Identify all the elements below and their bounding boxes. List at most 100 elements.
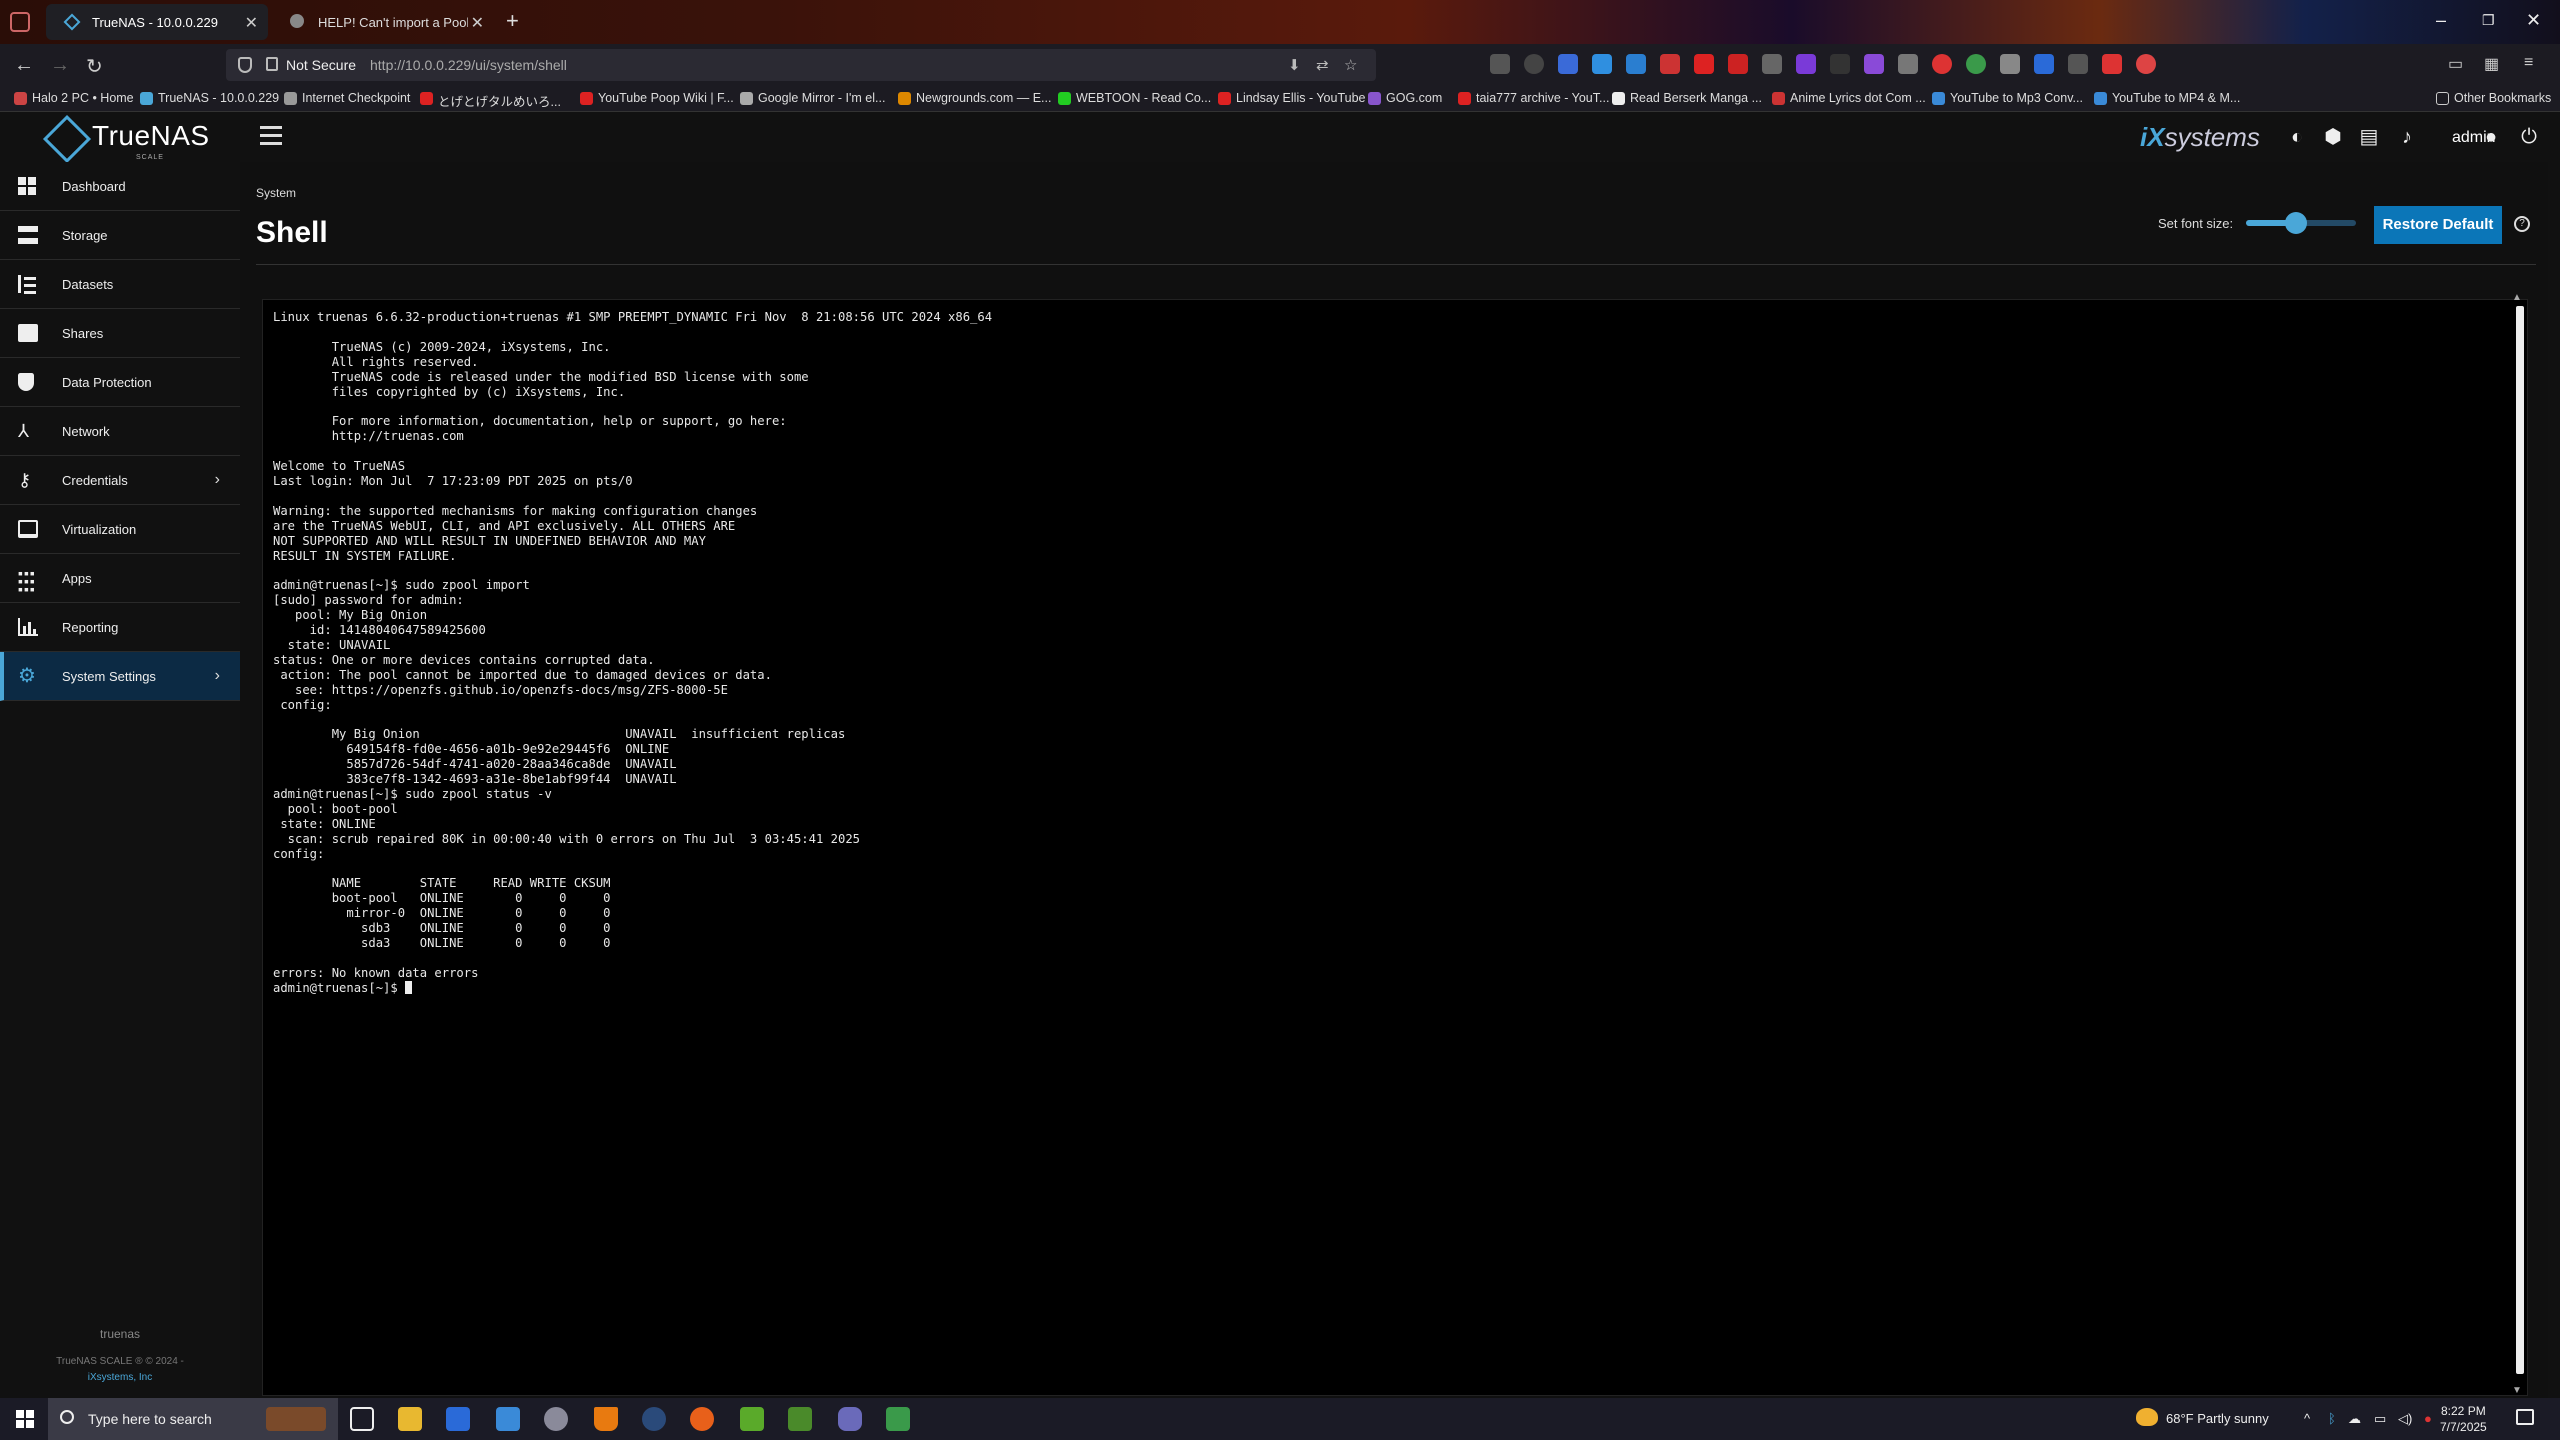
page-scrollbar[interactable] — [2548, 162, 2560, 1398]
slider-thumb[interactable] — [2284, 212, 2307, 234]
weather-widget[interactable]: 68°F Partly sunny — [2136, 1408, 2269, 1426]
app-icon[interactable] — [544, 1407, 568, 1431]
shield-icon[interactable] — [238, 57, 252, 73]
sidebar-item-dashboard[interactable]: Dashboard — [0, 162, 240, 211]
extension-icon[interactable] — [2102, 54, 2122, 74]
extensions-icon[interactable]: ▦ — [2484, 54, 2499, 74]
bluetooth-icon[interactable]: ᛒ — [2328, 1411, 2336, 1426]
help-icon[interactable]: ? — [2514, 216, 2530, 232]
ixsystems-logo[interactable]: iXsystems — [2140, 122, 2260, 153]
search-highlight-icon[interactable] — [266, 1407, 326, 1431]
url-text[interactable]: http://10.0.0.229/ui/system/shell — [370, 57, 567, 73]
bookmark-item[interactable]: Halo 2 PC • Home — [14, 91, 134, 105]
bookmark-item[interactable]: Newgrounds.com — E... — [898, 91, 1051, 105]
sidebar-item-virtualization[interactable]: Virtualization — [0, 505, 240, 554]
bookmark-item[interactable]: Google Mirror - I'm el... — [740, 91, 885, 105]
extension-icon[interactable] — [1762, 54, 1782, 74]
nvidia-app-icon[interactable] — [788, 1407, 812, 1431]
restore-window-icon[interactable]: ❐ — [2482, 12, 2495, 29]
volume-icon[interactable]: ◁) — [2398, 1411, 2412, 1427]
extension-icon[interactable] — [1728, 54, 1748, 74]
chevron-up-icon[interactable]: ^ — [2304, 1411, 2310, 1426]
url-bar[interactable]: Not Secure http://10.0.0.229/ui/system/s… — [226, 49, 1376, 81]
extension-icon[interactable] — [2136, 54, 2156, 74]
reload-icon[interactable]: ↻ — [86, 54, 103, 79]
extension-icon[interactable] — [1898, 54, 1918, 74]
file-explorer-icon[interactable] — [398, 1407, 422, 1431]
ixsystems-link[interactable]: iXsystems, Inc — [88, 1372, 152, 1383]
steam-icon[interactable] — [642, 1407, 666, 1431]
star-icon[interactable]: ☆ — [1344, 56, 1357, 74]
translate-icon[interactable]: ⇄ — [1316, 56, 1329, 74]
menu-toggle-icon[interactable] — [260, 126, 282, 146]
app-tray-icon[interactable]: ● — [2424, 1411, 2432, 1426]
jobs-icon[interactable]: ▤ — [2358, 126, 2380, 148]
bookmark-item[interactable]: Anime Lyrics dot Com ... — [1772, 91, 1926, 105]
clock[interactable]: 8:22 PM 7/7/2025 — [2440, 1403, 2487, 1435]
extension-icon[interactable] — [1830, 54, 1850, 74]
not-secure-label[interactable]: Not Secure — [286, 57, 356, 73]
extension-icon[interactable] — [2034, 54, 2054, 74]
vlc-icon[interactable] — [594, 1407, 618, 1431]
extension-icon[interactable] — [2068, 54, 2088, 74]
extension-icon[interactable] — [1558, 54, 1578, 74]
bookmark-item[interactable]: Lindsay Ellis - YouTube — [1218, 91, 1365, 105]
onedrive-icon[interactable]: ☁ — [2348, 1411, 2361, 1427]
sidebar-item-apps[interactable]: ▪▪▪ ▪▪▪ ▪▪▪ Apps — [0, 554, 240, 603]
tab-help-post[interactable]: HELP! Can't import a Pool, wha ✕ — [272, 4, 494, 40]
extension-icon[interactable] — [1490, 54, 1510, 74]
app-menu-icon[interactable]: ≡ — [2524, 54, 2533, 72]
extension-icon[interactable] — [1524, 54, 1544, 74]
extension-icon[interactable] — [1694, 54, 1714, 74]
extension-icon[interactable] — [1626, 54, 1646, 74]
back-icon[interactable]: ← — [14, 54, 34, 77]
bookmark-item[interactable]: YouTube to Mp3 Conv... — [1932, 91, 2083, 105]
sidebar-item-system-settings[interactable]: ⚙ System Settings › — [0, 652, 240, 701]
notification-icon[interactable] — [2516, 1409, 2534, 1425]
terminal[interactable]: Linux truenas 6.6.32-production+truenas … — [262, 299, 2528, 1396]
bookmark-item[interactable]: YouTube to MP4 & M... — [2094, 91, 2240, 105]
account-icon[interactable]: ● — [2480, 126, 2502, 148]
bookmark-item[interactable]: とげとげタルめいろ... — [420, 91, 561, 110]
bell-icon[interactable]: ♪ — [2396, 126, 2418, 148]
extension-icon[interactable] — [1932, 54, 1952, 74]
scroll-up-icon[interactable]: ▲ — [2512, 292, 2522, 303]
bookmark-item[interactable]: YouTube Poop Wiki | F... — [580, 91, 734, 105]
sidebar-item-datasets[interactable]: Datasets — [0, 260, 240, 309]
notepad-icon[interactable] — [886, 1407, 910, 1431]
bookmark-item[interactable]: WEBTOON - Read Co... — [1058, 91, 1211, 105]
browser-menu-icon[interactable] — [10, 12, 30, 32]
extension-icon[interactable] — [2000, 54, 2020, 74]
sidebar-item-network[interactable]: ⅄ Network — [0, 407, 240, 456]
extension-icon[interactable] — [1660, 54, 1680, 74]
close-icon[interactable]: ✕ — [245, 13, 258, 33]
power-icon[interactable]: ⏻ — [2518, 126, 2540, 148]
game-controller-icon[interactable] — [838, 1407, 862, 1431]
sidebar-item-credentials[interactable]: ⚷ Credentials › — [0, 456, 240, 505]
truenas-logo[interactable]: TrueNAS SCALE — [44, 120, 210, 161]
scrollbar-thumb[interactable] — [2516, 306, 2524, 1374]
nvidia-icon[interactable] — [740, 1407, 764, 1431]
bookmark-item[interactable]: taia777 archive - YouT... — [1458, 91, 1609, 105]
extension-icon[interactable] — [1796, 54, 1816, 74]
download-icon[interactable]: ⬇ — [1288, 56, 1301, 74]
close-icon[interactable]: ✕ — [471, 13, 484, 33]
forward-icon[interactable]: → — [50, 54, 70, 77]
scroll-down-icon[interactable]: ▼ — [2512, 1385, 2522, 1396]
calculator-icon[interactable] — [446, 1407, 470, 1431]
sidebar-toggle-icon[interactable]: ▭ — [2448, 54, 2463, 74]
windows-start-icon[interactable] — [16, 1410, 34, 1428]
mail-icon[interactable] — [496, 1407, 520, 1431]
network-tray-icon[interactable]: ▭ — [2374, 1411, 2386, 1427]
lock-icon[interactable] — [266, 57, 278, 71]
task-view-icon[interactable] — [350, 1407, 374, 1431]
terminal-scrollbar[interactable]: ▲ ▼ — [2508, 292, 2530, 1396]
sidebar-item-reporting[interactable]: Reporting — [0, 603, 240, 652]
extension-icon[interactable] — [1864, 54, 1884, 74]
sidebar-item-data-protection[interactable]: Data Protection — [0, 358, 240, 407]
extension-icon[interactable] — [1966, 54, 1986, 74]
tab-truenas[interactable]: TrueNAS - 10.0.0.229 ✕ — [46, 4, 268, 40]
font-size-slider[interactable] — [2246, 212, 2356, 234]
bookmark-item[interactable]: Read Berserk Manga ... — [1612, 91, 1762, 105]
other-bookmarks[interactable]: Other Bookmarks — [2436, 91, 2551, 105]
